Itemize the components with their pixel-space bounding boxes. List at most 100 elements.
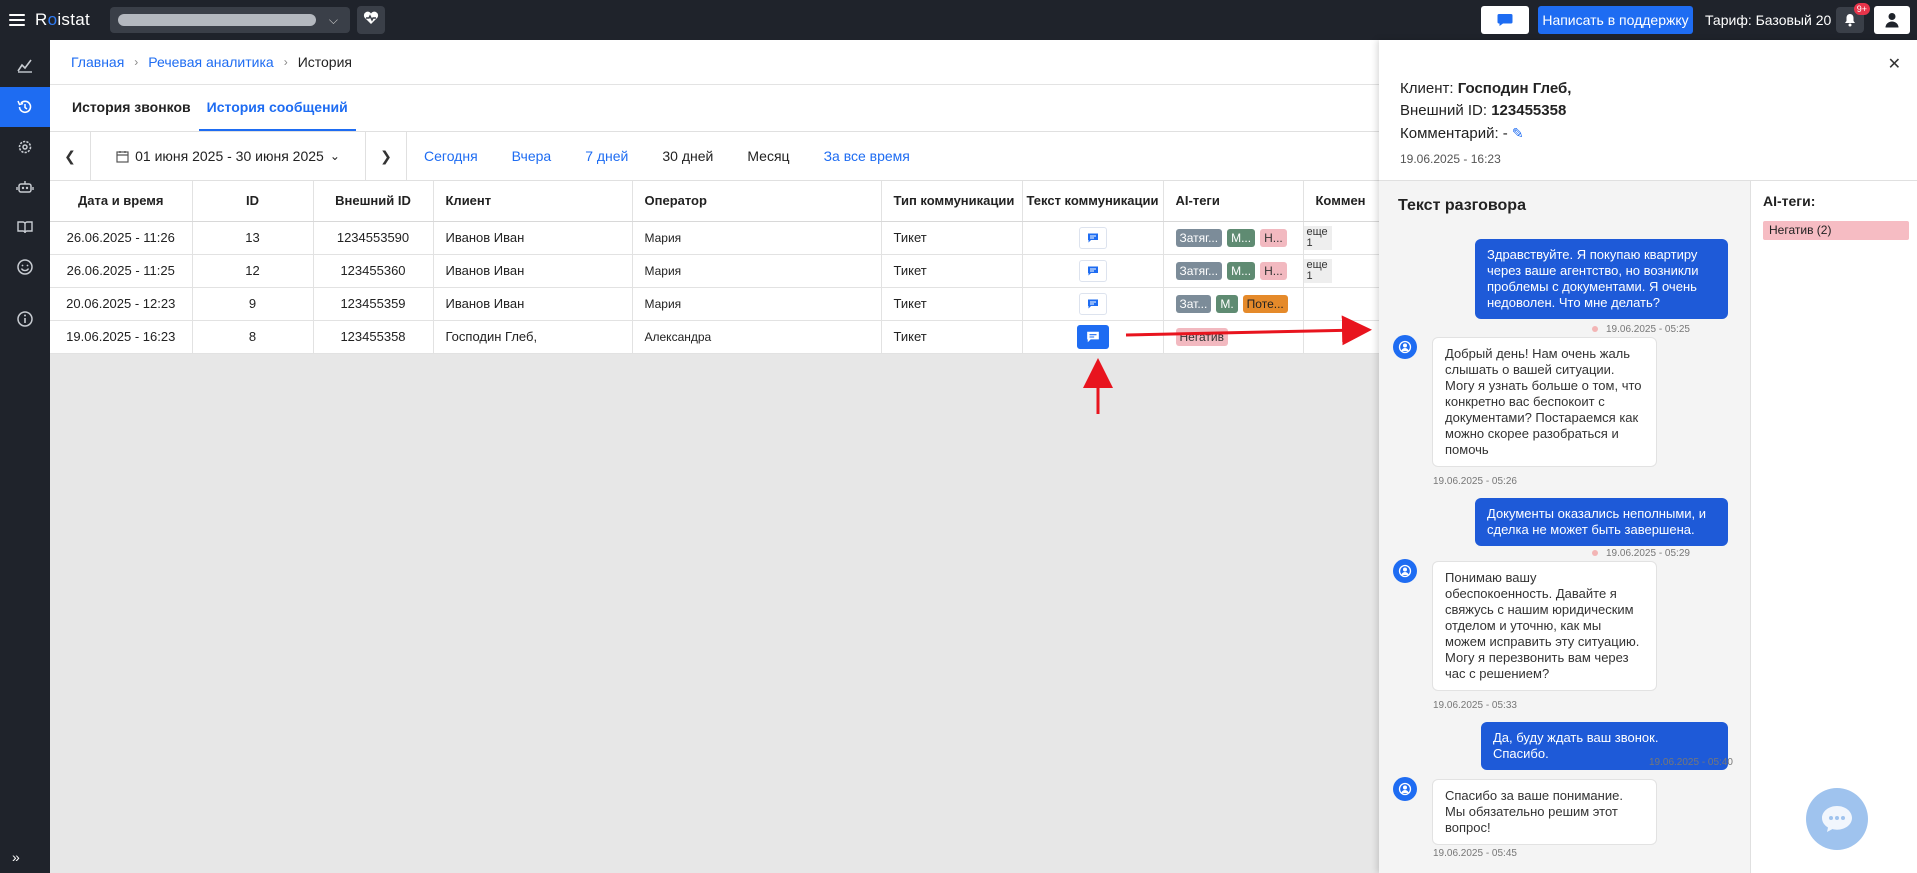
table-row[interactable]: 19.06.2025 - 16:23 8 123455358 Господин …	[50, 320, 1379, 354]
sidebar-item-info[interactable]	[0, 299, 50, 339]
tab-call-history[interactable]: История звонков	[64, 99, 199, 131]
sidebar: »	[0, 40, 50, 873]
project-select[interactable]: ⌵	[110, 7, 350, 33]
period-30-days[interactable]: 30 дней	[645, 148, 730, 164]
cell-message-text	[1022, 287, 1164, 321]
period-month[interactable]: Месяц	[730, 148, 806, 164]
chevron-right-icon: ›	[283, 55, 288, 69]
sidebar-item-analytics[interactable]	[0, 45, 50, 85]
ai-tag[interactable]: М...	[1227, 228, 1256, 247]
ai-tag[interactable]: М.	[1216, 294, 1238, 313]
ai-tag[interactable]: Затяг...	[1175, 261, 1223, 280]
ai-tag[interactable]: Негатив	[1175, 327, 1228, 346]
tariff-label[interactable]: Тариф: Базовый 20	[1705, 12, 1831, 28]
cell-ai-tags: Негатив	[1163, 320, 1304, 354]
message-icon[interactable]	[1078, 226, 1107, 249]
col-communication-text[interactable]: Текст коммуникации	[1022, 181, 1164, 222]
cell-type: Тикет	[881, 320, 1023, 354]
cell-message-text	[1022, 320, 1164, 354]
ai-tag[interactable]: Н...	[1260, 228, 1287, 247]
more-tags-badge[interactable]: еще 1	[1303, 258, 1332, 283]
logo[interactable]: Roistat	[35, 10, 90, 30]
col-ai-tags[interactable]: AI-теги	[1163, 181, 1304, 222]
more-tags-badge[interactable]: еще 1	[1303, 225, 1332, 250]
ai-tag[interactable]: Зат...	[1175, 294, 1212, 313]
ai-tag-negative[interactable]: Негатив (2)	[1763, 221, 1909, 240]
pencil-icon[interactable]: ✎	[1512, 125, 1524, 141]
message-outgoing: Документы оказались неполными, и сделка …	[1475, 498, 1728, 546]
ai-tag[interactable]: М...	[1227, 261, 1256, 280]
message-time: 19.06.2025 - 05:29	[1592, 548, 1690, 559]
sidebar-item-feedback[interactable]	[0, 247, 50, 287]
next-period-button[interactable]: ❯	[366, 131, 407, 181]
chart-line-icon	[17, 59, 32, 73]
external-id-line: Внешний ID: 123455358	[1400, 102, 1567, 119]
cell-client: Иванов Иван	[433, 287, 633, 321]
tab-message-history[interactable]: История сообщений	[198, 99, 356, 131]
prev-period-button[interactable]: ❮	[50, 131, 91, 181]
table-row[interactable]: 26.06.2025 - 11:25 12 123455360 Иванов И…	[50, 254, 1379, 288]
cell-id: 9	[192, 287, 314, 321]
col-datetime[interactable]: Дата и время	[50, 181, 193, 222]
ai-tag[interactable]: Н...	[1260, 261, 1287, 280]
message-icon-active[interactable]	[1076, 324, 1109, 349]
period-today[interactable]: Сегодня	[407, 148, 495, 164]
period-yesterday[interactable]: Вчера	[495, 148, 569, 164]
chevron-down-icon: ⌵	[328, 13, 338, 27]
sidebar-item-settings[interactable]	[0, 127, 50, 167]
col-communication-type[interactable]: Тип коммуникации	[881, 181, 1023, 222]
notifications-badge: 9+	[1853, 3, 1870, 15]
chat-widget-button[interactable]	[1806, 788, 1868, 850]
top-bar: Roistat ⌵ Написать в поддержку Тариф: Ба…	[0, 0, 1917, 40]
menu-icon[interactable]	[9, 14, 25, 26]
ai-tag[interactable]: Затяг...	[1175, 228, 1223, 247]
external-id-value: 123455358	[1491, 102, 1567, 119]
cell-client: Иванов Иван	[433, 221, 633, 255]
smile-icon	[17, 259, 33, 275]
period-all-time[interactable]: За все время	[807, 148, 927, 164]
expand-sidebar-icon[interactable]: »	[12, 849, 20, 865]
sidebar-item-knowledge[interactable]	[0, 207, 50, 247]
breadcrumb: Главная › Речевая аналитика › История	[50, 40, 1379, 85]
message-icon[interactable]	[1078, 292, 1107, 315]
cell-comment	[1303, 287, 1379, 321]
cell-operator: Мария	[632, 221, 882, 255]
ai-tag[interactable]: Поте...	[1242, 294, 1288, 313]
message-time: 19.06.2025 - 05:45	[1433, 848, 1517, 859]
col-operator[interactable]: Оператор	[632, 181, 882, 222]
date-filters: ❮ 01 июня 2025 - 30 июня 2025 ⌄ ❯ Сегодн…	[50, 131, 1379, 181]
user-button[interactable]	[1874, 6, 1910, 34]
chat-button[interactable]	[1481, 6, 1529, 34]
message-time: 19.06.2025 - 05:33	[1433, 700, 1517, 711]
message-icon[interactable]	[1078, 259, 1107, 282]
col-external-id[interactable]: Внешний ID	[313, 181, 434, 222]
col-comment[interactable]: Коммен	[1303, 181, 1379, 222]
client-line: Клиент: Господин Глеб,	[1400, 80, 1572, 97]
client-name: Господин Глеб,	[1457, 80, 1572, 97]
cell-id: 8	[192, 320, 314, 354]
cell-datetime: 26.06.2025 - 11:26	[50, 221, 193, 255]
tab-bar: История звонков История сообщений	[50, 85, 1379, 132]
conversation-area[interactable]: Текст разговора Здравствуйте. Я покупаю …	[1379, 180, 1751, 873]
notifications-button[interactable]: 9+	[1836, 3, 1870, 33]
col-client[interactable]: Клиент	[433, 181, 633, 222]
breadcrumb-home[interactable]: Главная	[71, 54, 124, 70]
message-outgoing: Здравствуйте. Я покупаю квартиру через в…	[1475, 239, 1728, 319]
cell-message-text	[1022, 254, 1164, 288]
heart-pulse-icon[interactable]	[357, 6, 385, 34]
date-range-picker[interactable]: 01 июня 2025 - 30 июня 2025 ⌄	[91, 131, 366, 181]
date-range-value: 01 июня 2025 - 30 июня 2025	[135, 148, 324, 164]
col-id[interactable]: ID	[192, 181, 314, 222]
breadcrumb-current: История	[297, 54, 352, 70]
close-icon[interactable]: ✕	[1888, 54, 1901, 74]
period-7-days[interactable]: 7 дней	[568, 148, 645, 164]
sidebar-item-bots[interactable]	[0, 167, 50, 207]
support-button[interactable]: Написать в поддержку	[1538, 6, 1693, 34]
table-row[interactable]: 26.06.2025 - 11:26 13 1234553590 Иванов …	[50, 221, 1379, 255]
sidebar-item-history[interactable]	[0, 87, 50, 127]
chevron-down-icon: ⌄	[329, 149, 340, 163]
table-row[interactable]: 20.06.2025 - 12:23 9 123455359 Иванов Ив…	[50, 287, 1379, 321]
ai-tags-panel: AI-теги: Негатив (2)	[1751, 180, 1917, 873]
cell-datetime: 20.06.2025 - 12:23	[50, 287, 193, 321]
breadcrumb-speech-analytics[interactable]: Речевая аналитика	[148, 54, 273, 70]
